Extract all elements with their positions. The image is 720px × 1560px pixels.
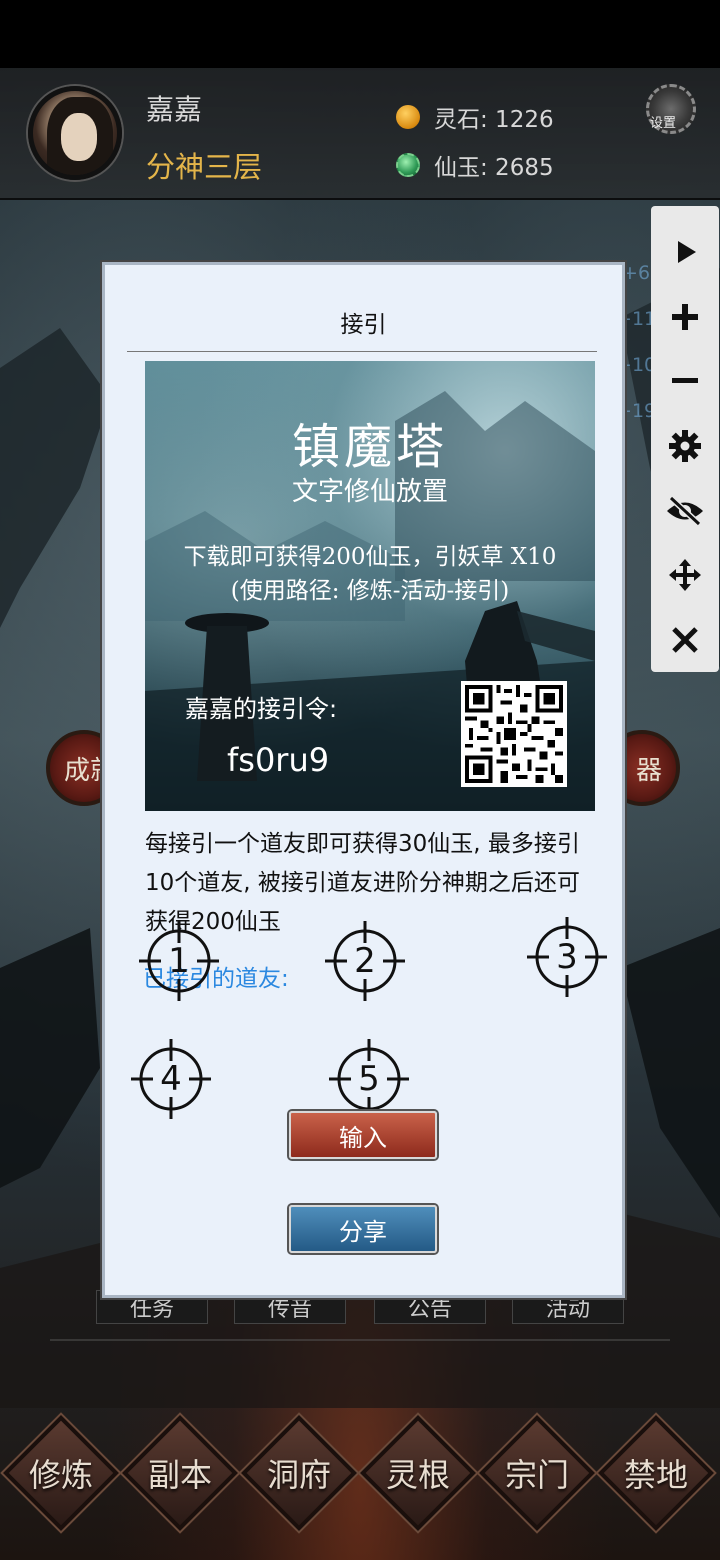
poster-reward-line: 下载即可获得200仙玉，引妖草 X10	[183, 544, 557, 570]
poster-game-title: 镇魔塔	[291, 419, 448, 475]
move-icon[interactable]	[655, 543, 715, 608]
player-avatar[interactable]	[28, 86, 122, 180]
player-rank: 分神三层	[146, 150, 263, 184]
invite-slot-number: 3	[556, 937, 578, 977]
settings-label[interactable]: 设置	[650, 112, 676, 131]
nav-dungeon-label: 副本	[147, 1456, 212, 1494]
qr-code-icon	[461, 681, 567, 787]
nav-sect-label: 宗门	[504, 1456, 569, 1494]
nav-forbidden-land[interactable]: 禁地	[598, 1415, 714, 1531]
immortal-jade-resource: 仙玉: 2685	[396, 148, 554, 182]
invite-poster: 镇魔塔 文字修仙放置 下载即可获得200仙玉，引妖草 X10 (使用路径: 修炼…	[145, 361, 595, 811]
status-bar	[0, 0, 720, 68]
poster-subtitle: 文字修仙放置	[291, 477, 448, 507]
spirit-stone-resource: 灵石: 1226	[396, 100, 554, 134]
spirit-stone-icon	[396, 105, 420, 129]
share-button[interactable]: 分享	[289, 1205, 437, 1253]
player-name: 嘉嘉	[146, 93, 203, 126]
nav-cave-label: 洞府	[266, 1456, 331, 1494]
invite-slot-number: 1	[168, 941, 190, 981]
close-icon[interactable]	[655, 607, 715, 672]
poster-path-line: (使用路径: 修炼-活动-接引)	[230, 578, 510, 604]
invite-slot-5[interactable]: 5	[329, 1039, 409, 1119]
invite-slot-1[interactable]: 1	[139, 921, 219, 1001]
minus-icon[interactable]	[655, 349, 715, 414]
modal-title: 接引	[340, 312, 387, 338]
plus-icon[interactable]	[655, 285, 715, 350]
invite-code: fs0ru9	[227, 741, 330, 779]
nav-spirit-root-label: 灵根	[385, 1456, 450, 1494]
nav-sect[interactable]: 宗门	[479, 1415, 595, 1531]
nav-forbidden-land-label: 禁地	[623, 1456, 688, 1494]
invite-slot-number: 4	[160, 1059, 182, 1099]
nav-cultivate-label: 修炼	[28, 1456, 93, 1494]
artifact-label: 器	[635, 755, 662, 786]
nav-cultivate[interactable]: 修炼	[3, 1415, 119, 1531]
play-icon[interactable]	[655, 220, 715, 285]
nav-spirit-root[interactable]: 灵根	[360, 1415, 476, 1531]
invite-slot-3[interactable]: 3	[527, 917, 607, 997]
invite-slot-4[interactable]: 4	[131, 1039, 211, 1119]
modal-divider	[127, 351, 597, 352]
invite-modal: 接引 镇魔塔 文字修仙放置 下载即可获得200仙玉，引妖草 X10 (使用路径:…	[102, 262, 625, 1298]
invite-slot-2[interactable]: 2	[325, 921, 405, 1001]
immortal-jade-icon	[396, 153, 420, 177]
immortal-jade-count: 仙玉: 2685	[434, 155, 554, 181]
eye-off-icon[interactable]	[655, 478, 715, 543]
invite-slot-number: 2	[354, 941, 376, 981]
player-header: 嘉嘉 分神三层 灵石: 1226 仙玉: 2685 设置	[0, 68, 720, 200]
invite-slot-number: 5	[358, 1059, 380, 1099]
gear-icon[interactable]	[655, 414, 715, 479]
floating-toolbar	[651, 206, 719, 672]
spirit-stone-count: 灵石: 1226	[434, 107, 554, 133]
nav-dungeon[interactable]: 副本	[122, 1415, 238, 1531]
poster-invite-label: 嘉嘉的接引令:	[185, 695, 338, 723]
nav-cave[interactable]: 洞府	[241, 1415, 357, 1531]
input-code-button[interactable]: 输入	[289, 1111, 437, 1159]
